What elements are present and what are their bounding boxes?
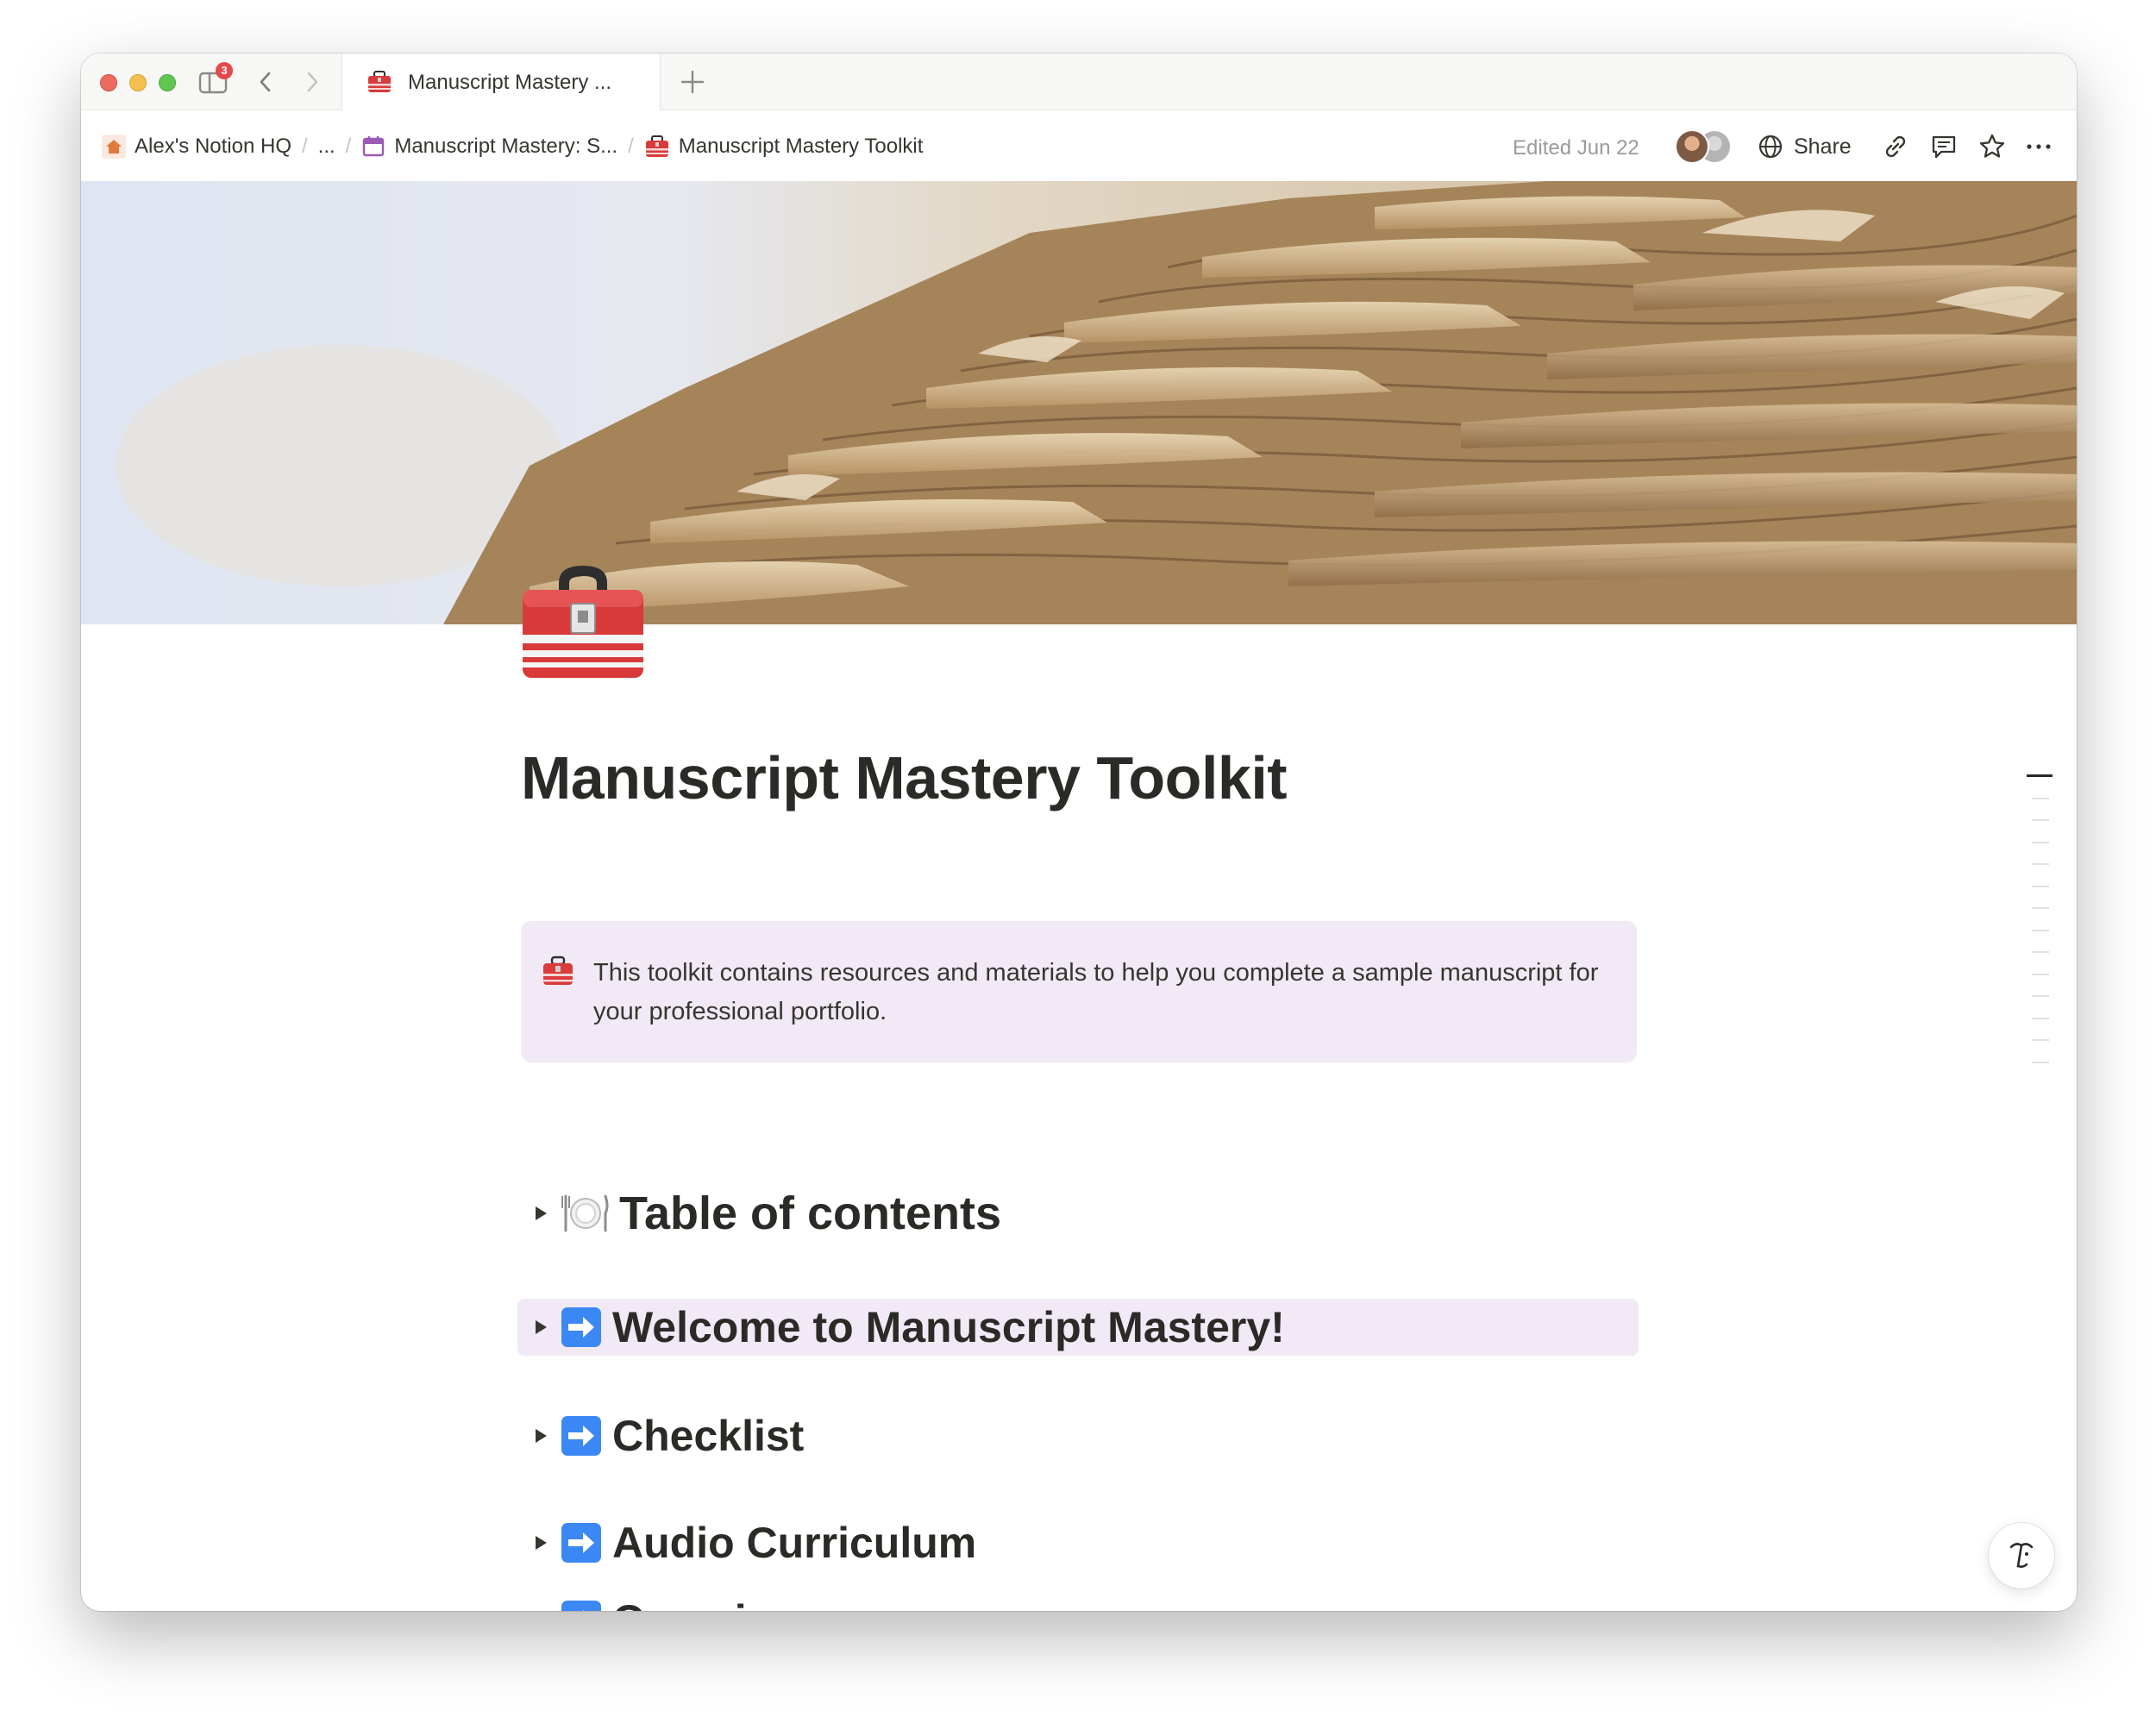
breadcrumb: Alex's Notion HQ / ... / Manuscript Mast… [102,131,923,162]
page-cover-image [81,181,2077,624]
arrow-right-icon [561,1523,601,1563]
arrow-right-icon [561,1601,601,1611]
breadcrumb-label: Alex's Notion HQ [135,135,291,158]
notion-ai-button[interactable] [1989,1523,2054,1589]
arrow-right-icon [561,1307,601,1347]
caret-right-icon[interactable] [526,1528,555,1557]
breadcrumb-separator: / [345,135,352,158]
toolbox-icon[interactable] [519,561,647,681]
share-label: Share [1794,134,1852,159]
caret-right-icon[interactable] [526,1313,555,1342]
toc-marker[interactable] [2032,863,2049,865]
toc-marker[interactable] [2032,819,2049,821]
back-arrow-icon[interactable] [255,69,276,95]
toc-marker[interactable] [2032,907,2049,909]
caret-right-icon[interactable] [526,1199,555,1228]
toc-marker[interactable] [2027,774,2053,777]
toolbox-icon [645,135,668,157]
minimize-window-button[interactable] [129,74,147,91]
new-tab-icon[interactable] [678,67,707,97]
more-options-icon[interactable] [2023,131,2054,162]
breadcrumb-item-toolkit[interactable]: Manuscript Mastery Toolkit [644,135,924,159]
calendar-icon [363,136,385,157]
breadcrumb-label: Manuscript Mastery Toolkit [678,135,924,158]
toggle-table-of-contents[interactable]: Table of contents [517,1185,1639,1242]
edited-timestamp: Edited Jun 22 [1513,136,1639,160]
toggle-welcome[interactable]: Welcome to Manuscript Mastery! [517,1299,1639,1356]
toc-marker[interactable] [2032,1061,2049,1063]
toggle-overview[interactable]: Overview [517,1580,1639,1611]
comment-icon[interactable] [1928,131,1959,162]
table-of-contents-rail[interactable] [2027,774,2058,1083]
toggle-label: Welcome to Manuscript Mastery! [612,1303,1285,1351]
toc-marker[interactable] [2032,885,2049,887]
star-icon[interactable] [1977,131,2008,162]
toggle-audio-curriculum[interactable]: Audio Curriculum [517,1514,1639,1571]
breadcrumb-separator: / [628,135,634,158]
toc-marker[interactable] [2032,1039,2049,1041]
maximize-window-button[interactable] [159,74,176,91]
plate-icon [561,1194,609,1232]
toc-marker[interactable] [2032,973,2049,975]
avatar [1675,129,1709,164]
toggle-checklist[interactable]: Checklist [517,1407,1639,1464]
breadcrumb-item-ellipsis[interactable]: ... [318,135,335,159]
callout-block[interactable]: This toolkit contains resources and mate… [521,921,1637,1062]
share-button[interactable]: Share [1758,129,1852,164]
house-icon [102,135,126,159]
browser-window: 3 Manuscript Mastery ... Alex's Notion H… [81,53,2077,1611]
toggle-label: Table of contents [619,1187,1002,1239]
toggle-label: Checklist [612,1412,805,1460]
toolbox-icon [368,71,391,92]
paper-stack-illustration [81,181,2077,624]
callout-text: This toolkit contains resources and mate… [593,959,1599,1025]
link-icon[interactable] [1880,131,1911,162]
breadcrumb-label: Manuscript Mastery: S... [394,135,618,158]
breadcrumb-separator: / [301,135,308,158]
toc-marker[interactable] [2032,995,2049,997]
globe-icon [1758,135,1783,159]
toc-marker[interactable] [2032,841,2049,843]
arrow-right-icon [561,1416,601,1456]
breadcrumb-item-manuscript-mastery[interactable]: Manuscript Mastery: S... [361,135,617,159]
toc-marker[interactable] [2032,951,2049,953]
toc-marker[interactable] [2032,797,2049,799]
toggle-label: Audio Curriculum [612,1519,977,1567]
notion-ai-face-icon [2009,1543,2034,1568]
page-title[interactable]: Manuscript Mastery Toolkit [521,743,1288,812]
toggle-label: Overview [612,1595,804,1611]
tab-manuscript-mastery[interactable]: Manuscript Mastery ... [342,53,661,110]
page-topbar: Alex's Notion HQ / ... / Manuscript Mast… [81,110,2077,181]
close-window-button[interactable] [100,74,117,91]
breadcrumb-item-home[interactable]: Alex's Notion HQ [102,135,291,159]
collaborator-avatars[interactable] [1675,129,1737,166]
caret-right-icon[interactable] [526,1421,555,1451]
toc-marker[interactable] [2032,929,2049,931]
toolbox-icon [543,956,573,985]
tab-title: Manuscript Mastery ... [408,71,612,94]
caret-right-icon[interactable] [526,1606,555,1611]
tab-bar: 3 Manuscript Mastery ... [81,53,2077,110]
notification-badge: 3 [216,62,233,79]
toc-marker[interactable] [2032,1017,2049,1019]
forward-arrow-icon[interactable] [302,69,323,95]
breadcrumb-label: ... [317,135,335,158]
